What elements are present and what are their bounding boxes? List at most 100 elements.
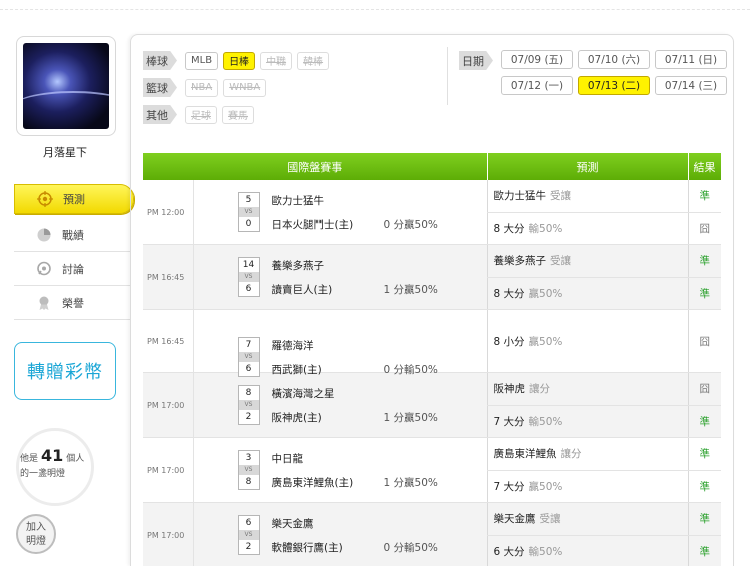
result-cell: 囧 (687, 372, 721, 406)
prediction-cell: 歐力士猛牛 受讓 (486, 180, 688, 213)
prediction-sub: 讓分 (529, 383, 550, 396)
date-chip-selected[interactable]: 07/13 (二) (578, 76, 650, 95)
result-cell: 準 (687, 502, 721, 536)
top-border (0, 0, 750, 10)
score-home: 2 (245, 412, 252, 422)
prediction-sub: 受讓 (550, 255, 571, 268)
header-predict: 預測 (487, 153, 689, 180)
avatar[interactable] (16, 36, 116, 136)
vs-label: VS (238, 465, 259, 475)
prediction-sub: 受讓 (539, 513, 561, 526)
date-chip[interactable]: 07/09 (五) (501, 50, 573, 69)
score-away: 14 (242, 260, 255, 270)
table-row: PM 16:45 14 VS 6 養樂多燕子 讀賣巨人(主) 1 分贏50% 養… (143, 244, 721, 310)
score-box: 7 VS 6 (237, 337, 260, 377)
join-label-1: 加入 (26, 522, 46, 533)
filter-label: 棒球 (143, 51, 177, 70)
table-row: PM 16:45 7 VS 6 羅德海洋 西武獅(主) 0 分輸50% 8 小分… (143, 309, 721, 377)
prediction-sub: 贏50% (528, 335, 563, 348)
game-matchup: 7 VS 6 羅德海洋 西武獅(主) 0 分輸50% (193, 309, 487, 377)
prediction-main: 7 大分 (493, 480, 525, 493)
handicap-line: 0 分贏50% (383, 219, 438, 231)
prediction-sub: 輸50% (528, 545, 563, 558)
chip-mlb[interactable]: MLB (185, 51, 219, 70)
team-away: 樂天金鷹 (271, 518, 314, 530)
prediction-cell: 6 大分 輸50% (486, 535, 688, 566)
game-matchup: 3 VS 8 中日龍 廣島東洋鯉魚(主) 1 分贏50% (193, 437, 487, 503)
chip-cpbl: 中職 (260, 51, 293, 70)
filter-row-other: 其他 足球 賽馬 (143, 101, 443, 128)
result-cell: 囧 (687, 309, 721, 373)
handicap-line: 1 分贏50% (383, 412, 438, 424)
gift-coins-button[interactable]: 轉贈彩幣 (14, 342, 116, 400)
prediction-main: 8 大分 (493, 287, 525, 300)
score-home: 0 (245, 219, 252, 229)
vs-label: VS (238, 207, 259, 217)
team-away: 歐力士猛牛 (271, 195, 325, 207)
nav-item-record[interactable]: 戰績 (14, 218, 130, 252)
score-away: 7 (245, 340, 252, 350)
join-lamp-button[interactable]: 加入 明燈 (16, 514, 56, 554)
prediction-cell: 樂天金鷹 受讓 (486, 502, 688, 536)
result-cell: 準 (687, 244, 721, 278)
score-box: 3 VS 8 (237, 450, 260, 490)
nav-item-discuss[interactable]: 討論 (14, 252, 130, 286)
prediction-cell: 8 大分 輸50% (486, 212, 688, 246)
prediction-main: 廣島東洋鯉魚 (493, 448, 557, 461)
games-table: 國際盤賽事 預測 結果 PM 12:00 5 VS 0 歐力士猛牛 日本火腿鬥士… (143, 153, 722, 566)
prediction-sub: 讓分 (560, 448, 582, 461)
prediction-main: 8 小分 (493, 335, 525, 348)
score-away: 8 (245, 388, 252, 398)
game-time: PM 17:00 (143, 437, 194, 503)
table-row: PM 17:00 6 VS 2 樂天金鷹 軟體銀行鷹(主) 0 分輸50% 樂天… (143, 502, 721, 566)
vs-label: VS (238, 272, 259, 282)
prediction-cell: 阪神虎 讓分 (486, 372, 688, 406)
result-cell: 準 (687, 470, 721, 503)
prediction-main: 樂天金鷹 (493, 513, 536, 526)
nav-item-honor[interactable]: 榮譽 (14, 286, 130, 320)
game-matchup: 14 VS 6 養樂多燕子 讀賣巨人(主) 1 分贏50% (193, 244, 487, 310)
prediction-main: 養樂多燕子 (493, 255, 547, 268)
date-chip[interactable]: 07/11 (日) (655, 50, 727, 69)
nav-item-predict[interactable]: 預測 (14, 184, 134, 214)
handicap-line: 0 分輸50% (383, 542, 438, 554)
main-panel: 棒球 MLB 日棒 中職 韓棒 籃球 NBA WNBA 其他 足球 賽馬 日期 … (130, 34, 734, 566)
score-away: 6 (245, 518, 252, 528)
table-row: PM 17:00 3 VS 8 中日龍 廣島東洋鯉魚(主) 1 分贏50% 廣島… (143, 437, 721, 503)
team-home: 讀賣巨人(主) (271, 284, 333, 296)
prediction-cell: 廣島東洋鯉魚 讓分 (486, 437, 688, 471)
game-matchup: 6 VS 2 樂天金鷹 軟體銀行鷹(主) 0 分輸50% (193, 502, 487, 566)
score-home: 6 (245, 284, 252, 294)
vs-label: VS (238, 352, 259, 362)
team-home: 軟體銀行鷹(主) (271, 542, 343, 554)
chip-npb[interactable]: 日棒 (223, 51, 256, 70)
score-box: 5 VS 0 (237, 192, 260, 232)
score-away: 5 (245, 195, 252, 205)
prediction-main: 7 大分 (493, 415, 525, 428)
avatar-image (23, 43, 109, 129)
chip-soccer: 足球 (185, 105, 217, 124)
lamp-line2: 的一盞明燈 (20, 469, 66, 479)
result-cell: 準 (687, 180, 721, 213)
filter-row-baseball: 棒球 MLB 日棒 中職 韓棒 (143, 47, 443, 74)
handicap-line: 1 分贏50% (383, 477, 438, 489)
vs-label: VS (238, 530, 259, 540)
date-grid: 07/09 (五) 07/10 (六) 07/11 (日) 07/12 (一) … (501, 50, 727, 95)
team-away: 橫濱海灣之星 (271, 388, 335, 400)
date-chip[interactable]: 07/12 (一) (501, 76, 573, 95)
vs-label: VS (238, 400, 259, 410)
nav-label: 榮譽 (62, 296, 84, 310)
date-chip[interactable]: 07/14 (三) (655, 76, 727, 95)
date-chip[interactable]: 07/10 (六) (578, 50, 650, 69)
nav-label: 預測 (63, 193, 85, 206)
prediction-sub: 贏50% (528, 480, 563, 493)
join-label-2: 明燈 (26, 536, 46, 547)
team-home: 日本火腿鬥士(主) (271, 219, 354, 231)
team-away: 羅德海洋 (271, 340, 314, 352)
lamp-prefix: 他是 (20, 454, 39, 464)
table-row: PM 17:00 8 VS 2 橫濱海灣之星 阪神虎(主) 1 分贏50% 阪神… (143, 372, 721, 438)
game-time: PM 16:45 (143, 309, 194, 373)
prediction-cell: 養樂多燕子 受讓 (486, 244, 688, 278)
chip-kbo: 韓棒 (297, 51, 330, 70)
score-home: 2 (245, 542, 252, 552)
